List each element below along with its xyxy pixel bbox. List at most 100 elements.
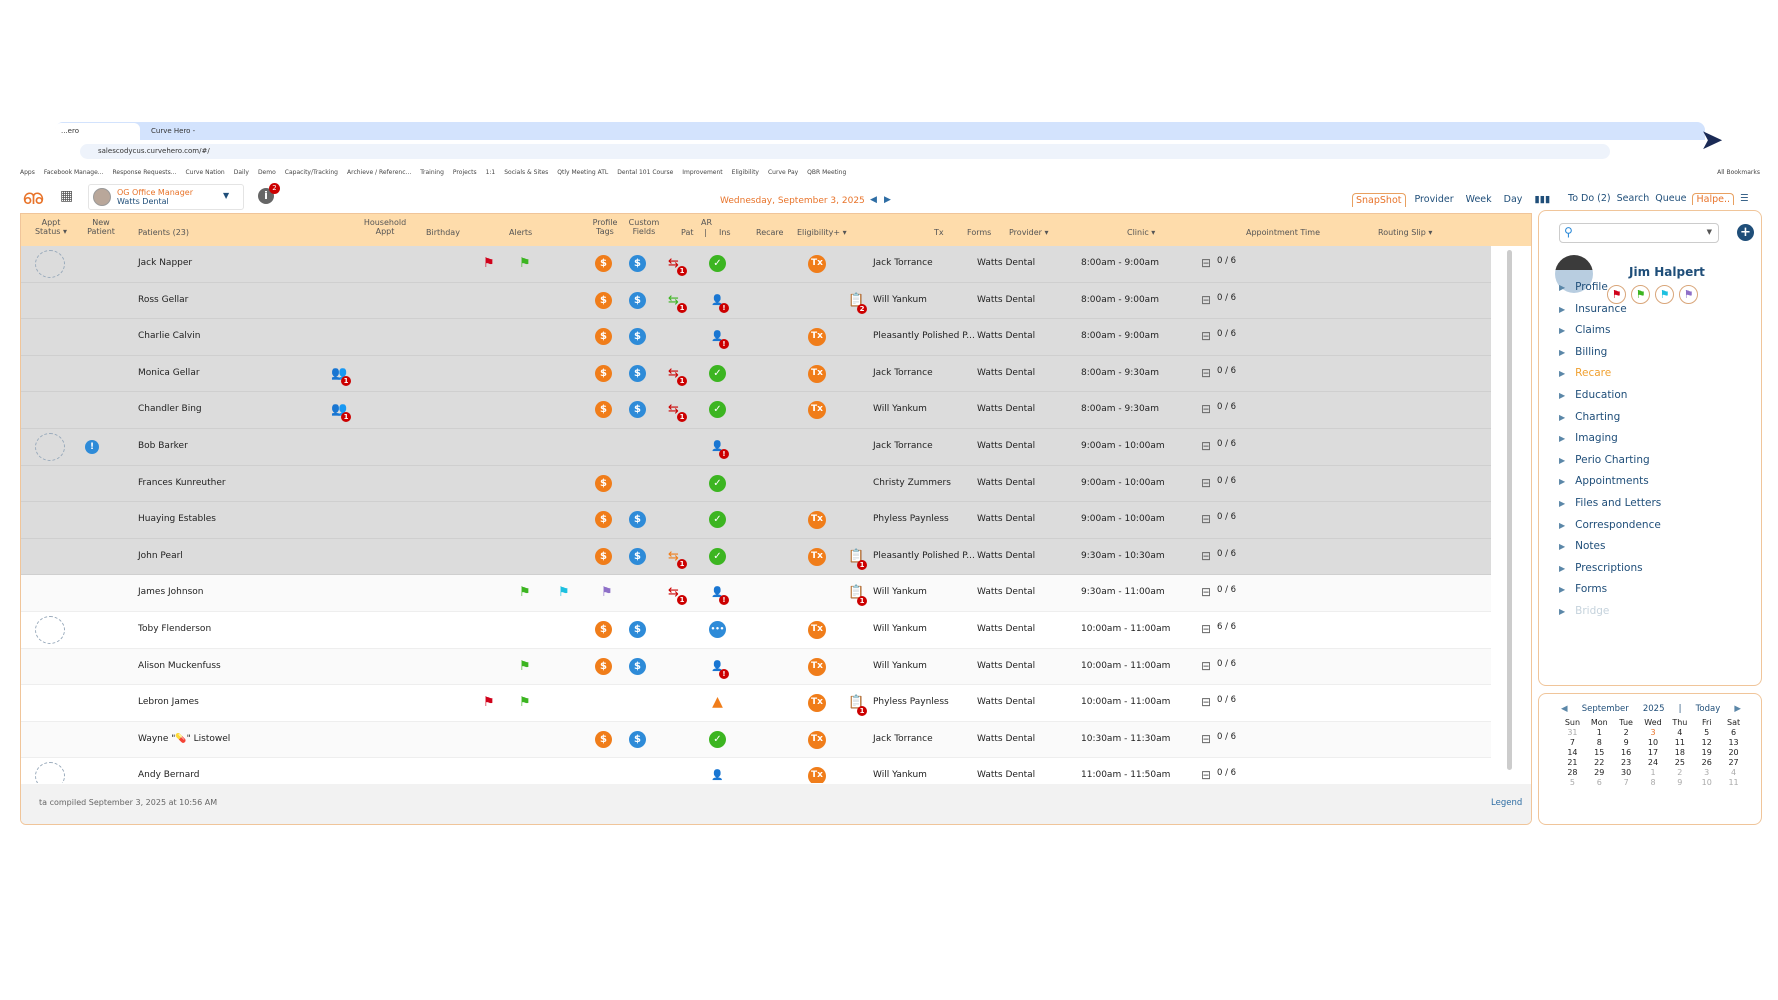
patient-menu-item[interactable]: ▶ Imaging <box>1559 432 1618 444</box>
routing-slip-icon[interactable]: ⊟ <box>1201 758 1211 783</box>
tab-queue[interactable]: Queue <box>1655 193 1686 205</box>
calendar-day[interactable]: 1 <box>1586 728 1613 737</box>
bookmark-item[interactable]: Dental 101 Course <box>617 169 673 176</box>
insurance-balance-icon[interactable]: $ <box>629 730 646 748</box>
routing-slip-icon[interactable]: ⊟ <box>1201 429 1211 464</box>
calendar-day[interactable]: 21 <box>1559 758 1586 767</box>
calendar-day[interactable]: 5 <box>1559 778 1586 787</box>
pending-icon[interactable]: ••• <box>709 621 726 638</box>
col-appt-status[interactable]: Appt Status ▾ <box>33 218 69 236</box>
routing-slip-count[interactable]: 0 / 6 <box>1217 722 1236 757</box>
patient-balance-icon[interactable]: $ <box>595 730 612 748</box>
bookmark-item[interactable]: Qtly Meeting ATL <box>557 169 608 176</box>
patient-name[interactable]: Charlie Calvin <box>138 319 200 354</box>
calendar-day[interactable]: 23 <box>1613 758 1640 767</box>
calendar-year[interactable]: 2025 <box>1643 704 1665 714</box>
tx-icon[interactable]: Tx <box>808 767 826 783</box>
green-flag-icon[interactable]: ⚑ <box>519 256 531 271</box>
routing-slip-count[interactable]: 0 / 6 <box>1217 429 1236 464</box>
patient-name[interactable]: Lebron James <box>138 685 199 720</box>
calendar-day[interactable]: 15 <box>1586 748 1613 757</box>
tx-icon[interactable]: Tx <box>808 511 826 530</box>
app-grid-icon[interactable]: ▦ <box>60 188 73 204</box>
col-provider[interactable]: Provider ▾ <box>1009 228 1049 237</box>
patient-balance-icon[interactable]: $ <box>595 255 612 272</box>
user-clinic-selector[interactable]: OG Office Manager Watts Dental ▼ <box>88 184 244 210</box>
calendar-day[interactable]: 9 <box>1666 778 1693 787</box>
routing-slip-icon[interactable]: ⊟ <box>1201 685 1211 720</box>
patient-menu-item[interactable]: ▶ Education <box>1559 389 1627 401</box>
patient-menu-item[interactable]: ▶ Appointments <box>1559 475 1649 487</box>
routing-slip-icon[interactable]: ⊟ <box>1201 392 1211 427</box>
view-snapshot[interactable]: SnapShot <box>1352 193 1406 207</box>
next-month-icon[interactable]: ▶ <box>1734 704 1741 714</box>
patient-menu-item[interactable]: ▶ Notes <box>1559 540 1605 552</box>
col-clinic[interactable]: Clinic ▾ <box>1127 228 1155 237</box>
bookmark-item[interactable]: Curve Pay <box>768 169 798 176</box>
routing-slip-icon[interactable]: ⊟ <box>1201 283 1211 318</box>
routing-slip-icon[interactable]: ⊟ <box>1201 575 1211 610</box>
calendar-day[interactable]: 25 <box>1666 758 1693 767</box>
prev-day-icon[interactable]: ◀ <box>870 195 877 205</box>
routing-slip-icon[interactable]: ⊟ <box>1201 319 1211 354</box>
bookmark-item[interactable]: Daily <box>234 169 249 176</box>
routing-slip-icon[interactable]: ⊟ <box>1201 539 1211 574</box>
red-flag-icon[interactable]: ⚑ <box>483 256 495 271</box>
patient-balance-icon[interactable]: $ <box>595 621 612 638</box>
insurance-balance-icon[interactable]: $ <box>629 291 646 309</box>
calendar-day[interactable]: 3 <box>1640 728 1667 737</box>
cyan-flag-icon[interactable]: ⚑ <box>558 585 570 600</box>
insurance-balance-icon[interactable]: $ <box>629 255 646 272</box>
patient-balance-icon[interactable]: $ <box>595 328 612 346</box>
red-flag-icon[interactable]: ⚑ <box>483 695 495 710</box>
bookmark-item[interactable]: Apps <box>20 169 35 176</box>
patient-menu-item[interactable]: ▶ Forms <box>1559 583 1607 595</box>
person-gray-icon[interactable]: 👤 <box>709 767 726 783</box>
chevron-down-icon[interactable]: ▼ <box>1707 228 1712 236</box>
patient-balance-icon[interactable]: $ <box>595 401 612 419</box>
routing-slip-icon[interactable]: ⊟ <box>1201 502 1211 537</box>
routing-slip-icon[interactable]: ⊟ <box>1201 356 1211 391</box>
table-row[interactable]: Huaying Estables $ $ ✓ Tx Phyless Paynless Wat… <box>21 502 1491 539</box>
table-row[interactable]: Toby Flenderson $ $ ••• Tx Will Yankum Watts D… <box>21 612 1491 649</box>
tab-search[interactable]: Search <box>1617 193 1650 205</box>
calendar-day[interactable]: 2 <box>1613 728 1640 737</box>
routing-slip-icon[interactable]: ⊟ <box>1201 722 1211 757</box>
bookmark-item[interactable]: Socials & Sites <box>504 169 548 176</box>
calendar-day[interactable]: 5 <box>1693 728 1720 737</box>
routing-slip-count[interactable]: 0 / 6 <box>1217 685 1236 720</box>
routing-slip-count[interactable]: 0 / 6 <box>1217 502 1236 537</box>
browser-tab-active[interactable]: Curve Hero - EligibilityPlusResp <box>145 123 260 152</box>
table-scrollbar[interactable] <box>1507 250 1512 770</box>
routing-slip-icon[interactable]: ⊟ <box>1201 612 1211 647</box>
bookmark-item[interactable]: All Bookmarks <box>1717 169 1760 176</box>
bookmark-item[interactable]: Training <box>420 169 444 176</box>
green-flag-button[interactable]: ⚑ <box>1631 285 1650 304</box>
patient-name[interactable]: Alison Muckenfuss <box>138 649 221 684</box>
routing-slip-count[interactable]: 0 / 6 <box>1217 356 1236 391</box>
patient-balance-icon[interactable]: $ <box>595 364 612 382</box>
insurance-balance-icon[interactable]: $ <box>629 547 646 565</box>
check-circle-icon[interactable]: ✓ <box>709 511 726 529</box>
table-row[interactable]: Ross Gellar $ $ ⇆ 1 👤! 📋 2 Will Yankum Watts Dent… <box>21 282 1491 320</box>
routing-slip-count[interactable]: 0 / 6 <box>1217 649 1236 684</box>
col-eligibility[interactable]: Eligibility+ ▾ <box>797 228 847 237</box>
calendar-day[interactable]: 12 <box>1693 738 1720 747</box>
calendar-day[interactable]: 9 <box>1613 738 1640 747</box>
tx-icon[interactable]: Tx <box>808 255 826 273</box>
appt-status-circle[interactable] <box>35 433 65 461</box>
calendar-day[interactable]: 13 <box>1720 738 1747 747</box>
calendar-day[interactable]: 24 <box>1640 758 1667 767</box>
patient-name[interactable]: Huaying Estables <box>138 502 216 537</box>
table-row[interactable]: Jack Napper⚑⚑⚑$$⇆1✓TxJack TorranceWatts … <box>21 246 1491 283</box>
patient-menu-item[interactable]: ▶ Claims <box>1559 324 1610 336</box>
patient-balance-icon[interactable]: $ <box>595 291 612 309</box>
patient-menu-item[interactable]: ▶ Recare <box>1559 367 1611 379</box>
tx-icon[interactable]: Tx <box>808 621 826 639</box>
calendar-day[interactable]: 17 <box>1640 748 1667 757</box>
routing-slip-icon[interactable]: ⊟ <box>1201 649 1211 684</box>
col-patients[interactable]: Patients (23) <box>138 228 189 237</box>
routing-slip-count[interactable]: 0 / 6 <box>1217 758 1236 783</box>
check-circle-icon[interactable]: ✓ <box>709 730 726 748</box>
patient-menu-item[interactable]: ▶ Billing <box>1559 346 1607 358</box>
